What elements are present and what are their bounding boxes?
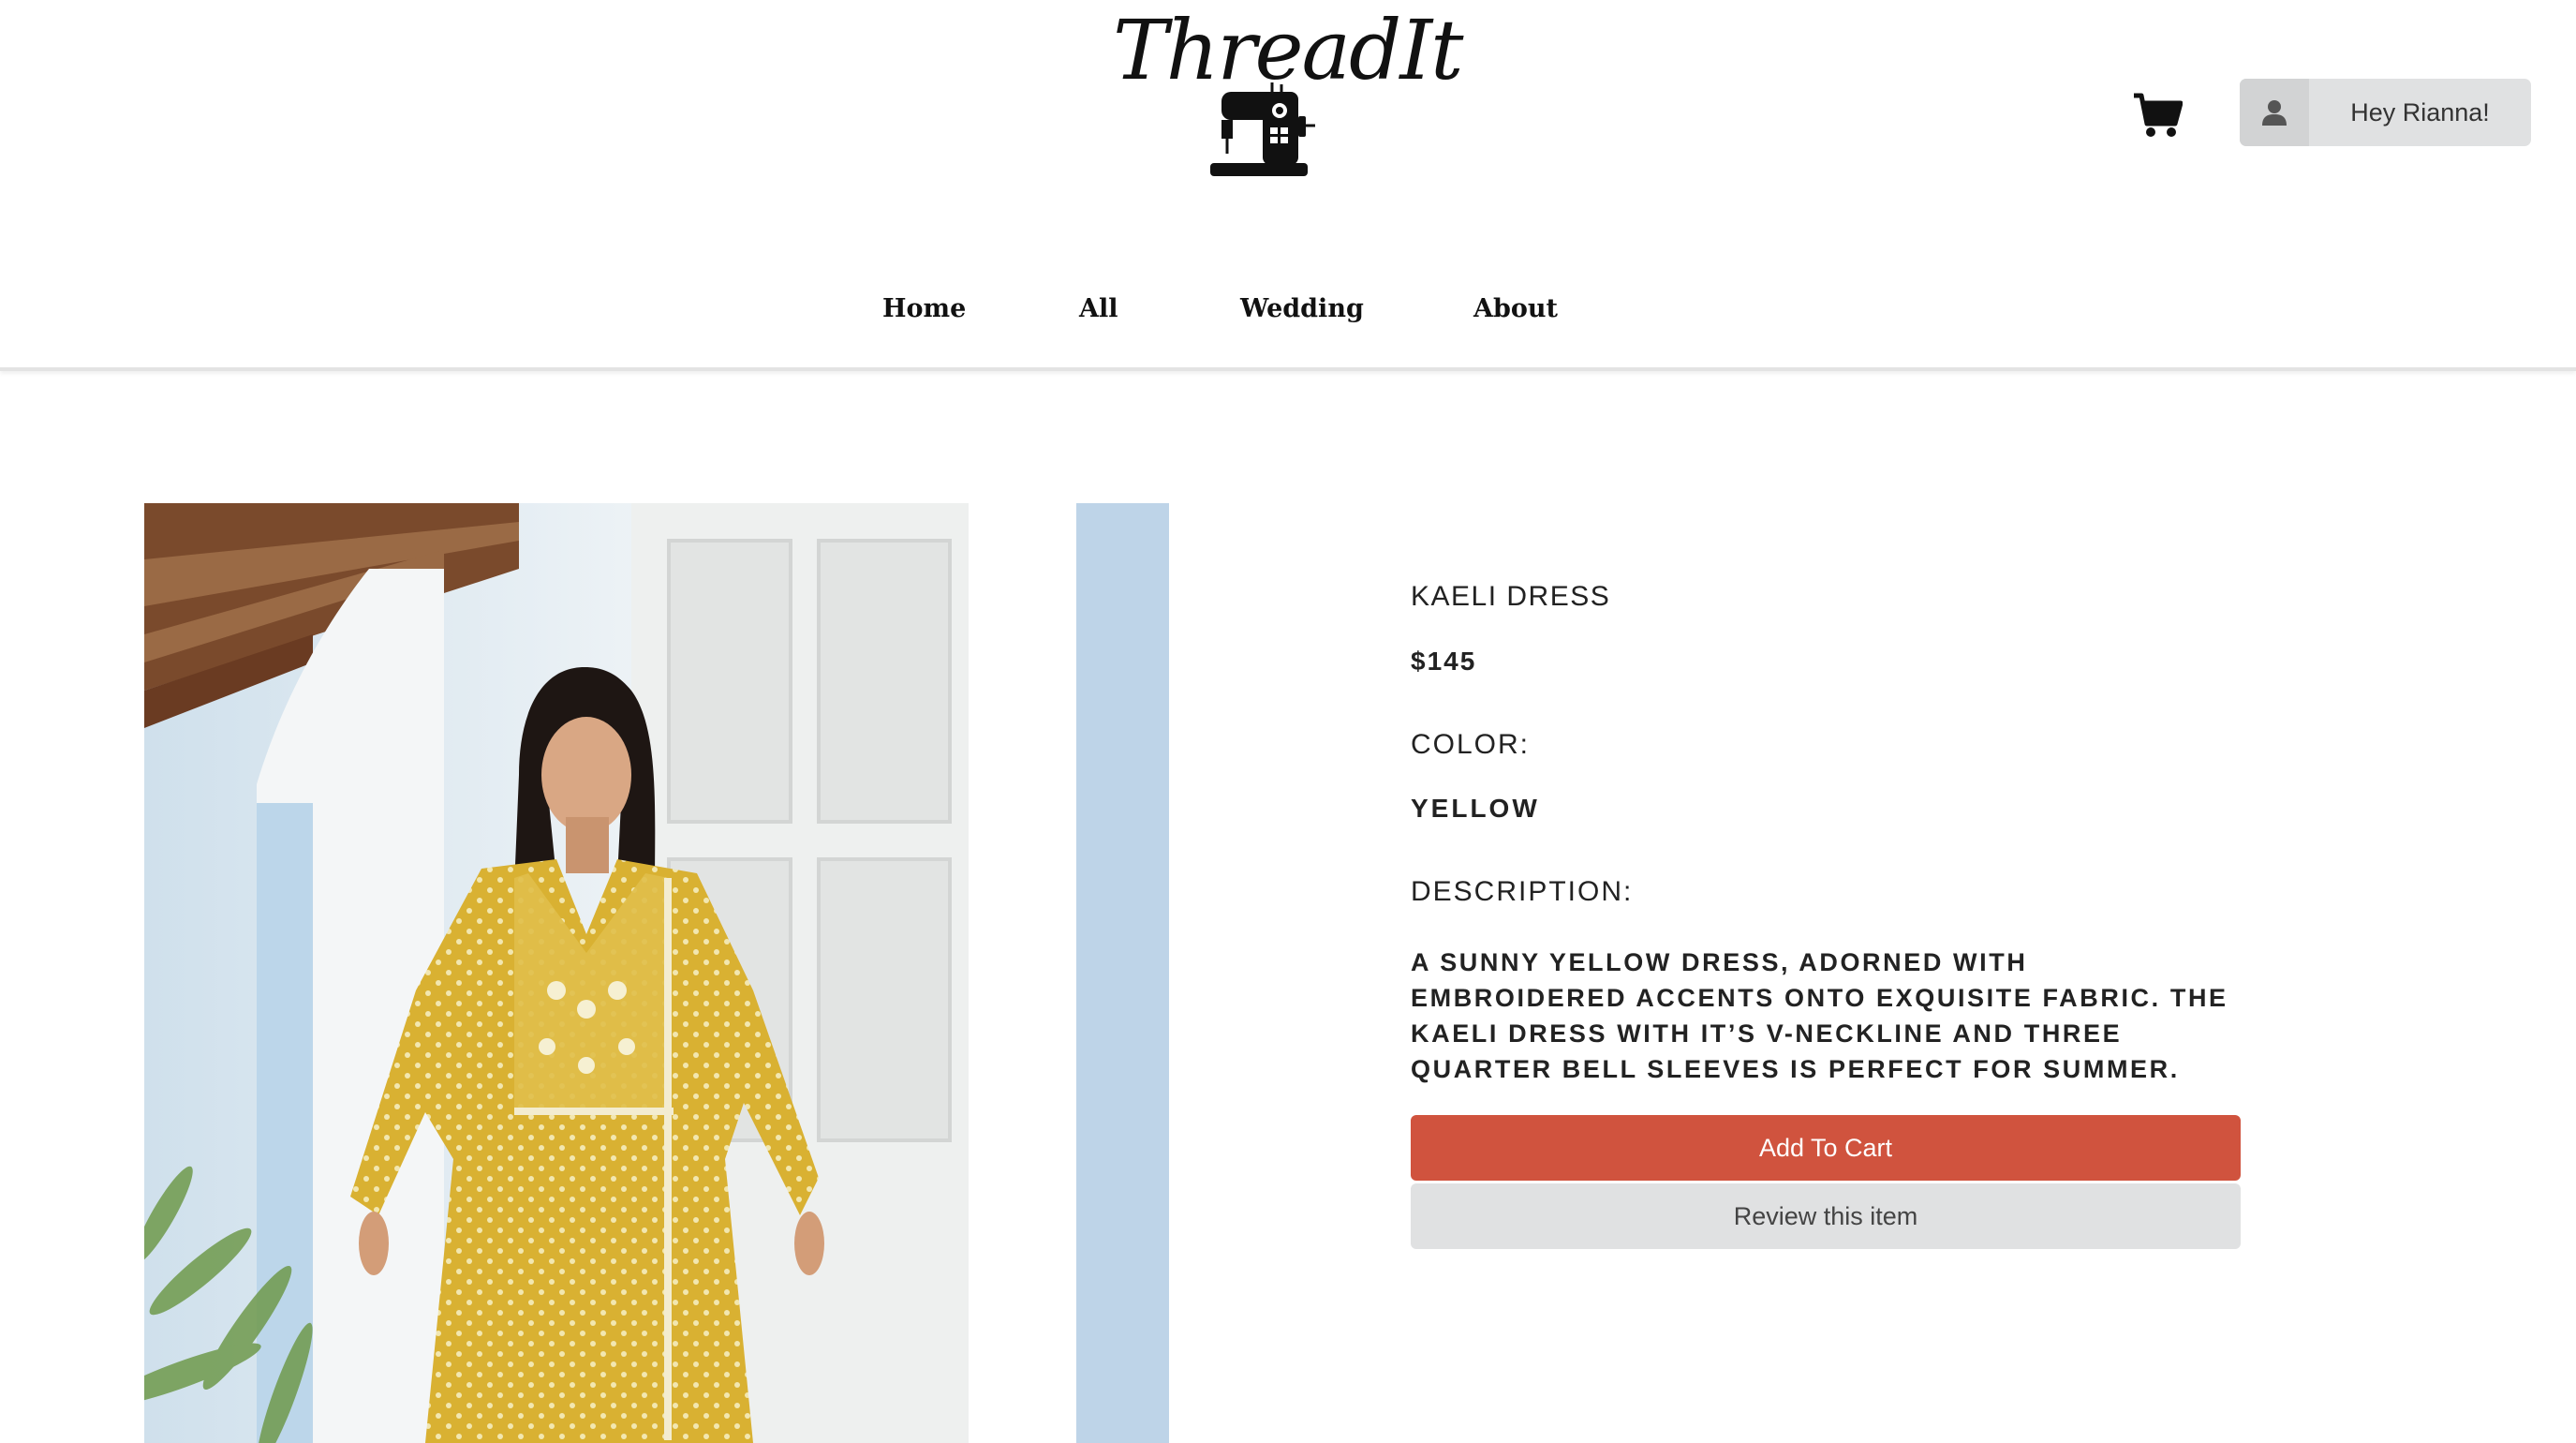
sewing-machine-icon (1210, 82, 1315, 176)
product-description: A SUNNY YELLOW DRESS, ADORNED WITH EMBRO… (1411, 948, 2228, 1083)
user-greeting: Hey Rianna! (2350, 97, 2490, 126)
add-to-cart-button[interactable]: Add To Cart (1411, 1115, 2241, 1181)
cart-button[interactable] (2132, 92, 2184, 139)
user-icon (2240, 79, 2309, 146)
description-label: DESCRIPTION: (1411, 876, 1634, 907)
nav-item-about[interactable]: About (1473, 281, 1558, 337)
review-item-button[interactable]: Review this item (1411, 1183, 2241, 1249)
main-navigation: Home All Wedding About (0, 281, 2576, 337)
color-label: COLOR: (1411, 729, 1531, 760)
shopping-cart-icon (2134, 93, 2184, 137)
nav-item-home[interactable]: Home (882, 281, 966, 337)
user-account-button[interactable]: Hey Rianna! (2240, 79, 2531, 146)
product-price: $145 (1411, 647, 1477, 676)
brand-logo[interactable]: ThreadIt (1105, 4, 1463, 182)
product-title: KAELI DRESS (1411, 581, 1611, 612)
product-image (144, 503, 1169, 1443)
site-header: ThreadIt Hey Rianna! Home All Wedding Ab… (0, 0, 2576, 371)
nav-item-all[interactable]: All (1079, 281, 1118, 337)
color-value: YELLOW (1411, 794, 1540, 823)
nav-item-wedding[interactable]: Wedding (1240, 281, 1364, 337)
